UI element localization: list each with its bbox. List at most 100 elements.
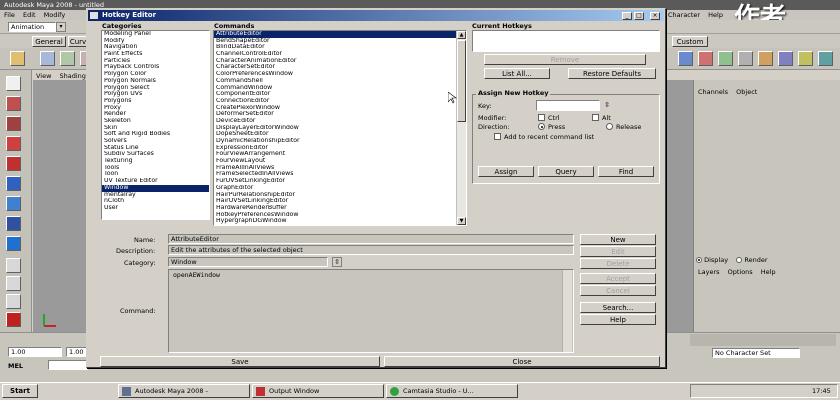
- assign-button[interactable]: Assign: [478, 166, 534, 177]
- category-item[interactable]: nCloth: [102, 198, 209, 205]
- command-item[interactable]: FurUVSetLinkingEditor: [214, 178, 466, 185]
- scale-icon[interactable]: [6, 176, 21, 191]
- category-item[interactable]: Modeling Panel: [102, 31, 209, 38]
- layers-menu-help[interactable]: Help: [761, 268, 776, 276]
- command-item[interactable]: FourViewArrangement: [214, 151, 466, 158]
- shelf-tab-general[interactable]: General: [32, 36, 66, 47]
- category-field[interactable]: Window: [168, 257, 328, 267]
- shelf-icon-11[interactable]: [818, 51, 833, 66]
- command-item[interactable]: CharacterAnimationEditor: [214, 58, 466, 65]
- edit-button[interactable]: Edit: [580, 246, 656, 257]
- command-item[interactable]: CreatePlexorWindow: [214, 105, 466, 112]
- command-item[interactable]: CommandWindow: [214, 85, 466, 92]
- taskbar-item-maya[interactable]: Autodesk Maya 2008 -: [118, 384, 250, 398]
- sphere-icon[interactable]: [6, 236, 21, 251]
- start-button[interactable]: Start: [2, 384, 38, 398]
- help-button[interactable]: Help: [580, 314, 656, 325]
- categories-list[interactable]: Modeling Panel Modify Navigation Paint Effe…: [101, 30, 210, 220]
- save-button[interactable]: Save: [100, 356, 380, 367]
- category-item[interactable]: Navigation: [102, 44, 209, 51]
- maximize-icon[interactable]: □: [634, 12, 644, 20]
- record-icon[interactable]: [6, 312, 21, 327]
- taskbar-item-camtasia[interactable]: Camtasia Studio - U...: [386, 384, 518, 398]
- category-item[interactable]: Skin: [102, 125, 209, 132]
- rotate-icon[interactable]: [6, 156, 21, 171]
- shelf-icon-7[interactable]: [738, 51, 753, 66]
- description-field[interactable]: Edit the attributes of the selected obje…: [168, 245, 574, 255]
- select-tool-icon[interactable]: [6, 76, 21, 91]
- channels-menu-object[interactable]: Object: [736, 88, 757, 96]
- command-item[interactable]: ComponentEditor: [214, 91, 466, 98]
- joint-icon[interactable]: [698, 51, 713, 66]
- shelf-icon-6[interactable]: [718, 51, 733, 66]
- layout-icon-2[interactable]: [6, 276, 21, 291]
- command-item[interactable]: HairUVSetLinkingEditor: [214, 198, 466, 205]
- scroll-up-icon[interactable]: ▲: [457, 31, 466, 39]
- command-item[interactable]: FrameSelectedInAllViews: [214, 171, 466, 178]
- chevron-down-icon[interactable]: ▾: [56, 22, 66, 32]
- command-item[interactable]: ChannelControlEditor: [214, 51, 466, 58]
- current-hotkeys-list[interactable]: [472, 30, 660, 52]
- list-all-button[interactable]: List All...: [484, 68, 550, 79]
- channels-menu-channels[interactable]: Channels: [698, 88, 728, 96]
- menu-edit[interactable]: Edit: [23, 11, 36, 19]
- character-set-field[interactable]: No Character Set: [712, 348, 800, 358]
- delete-button[interactable]: Delete: [580, 258, 656, 269]
- layout-single-icon[interactable]: [6, 216, 21, 231]
- press-radio[interactable]: [538, 123, 545, 130]
- category-item[interactable]: Subdiv Surfaces: [102, 151, 209, 158]
- ctrl-checkbox[interactable]: [538, 114, 545, 121]
- taskbar-item-output[interactable]: Output Window: [252, 384, 384, 398]
- command-item[interactable]: GraphEditor: [214, 185, 466, 192]
- category-item[interactable]: Paint Effects: [102, 51, 209, 58]
- category-item[interactable]: Texturing: [102, 158, 209, 165]
- search-button[interactable]: Search...: [580, 302, 656, 313]
- category-item[interactable]: UV Texture Editor: [102, 178, 209, 185]
- commands-list[interactable]: AttributeEditor BendShapeEditor BlindDataE…: [213, 30, 467, 226]
- move-icon[interactable]: [6, 136, 21, 151]
- cube-icon[interactable]: [678, 51, 693, 66]
- command-item[interactable]: HardwareRenderBuffer: [214, 205, 466, 212]
- category-item[interactable]: Polygon Color: [102, 71, 209, 78]
- command-item[interactable]: HairPurRelationshipEditor: [214, 192, 466, 199]
- category-item[interactable]: Status Line: [102, 145, 209, 152]
- command-item[interactable]: ColorPreferencesWindow: [214, 71, 466, 78]
- alt-checkbox[interactable]: [592, 114, 599, 121]
- panel-menu-shading[interactable]: Shading: [60, 72, 86, 80]
- category-item[interactable]: mentalray: [102, 192, 209, 199]
- shelf-icon-1[interactable]: [40, 51, 55, 66]
- command-item[interactable]: AttributeEditor: [214, 31, 466, 38]
- key-spinner-icon[interactable]: ⇳: [603, 101, 611, 110]
- add-recent-checkbox[interactable]: [494, 133, 501, 140]
- command-scrollbar[interactable]: [562, 270, 572, 352]
- command-textarea[interactable]: openAEWindow: [168, 269, 574, 353]
- command-item[interactable]: ExpressionEditor: [214, 145, 466, 152]
- render-radio[interactable]: [736, 257, 743, 263]
- display-radio[interactable]: [696, 257, 702, 263]
- range-start-field[interactable]: 1.00: [8, 347, 62, 357]
- manipulator-icon[interactable]: [6, 196, 21, 211]
- category-item[interactable]: User: [102, 205, 209, 212]
- command-item[interactable]: DeviceEditor: [214, 118, 466, 125]
- name-field[interactable]: AttributeEditor: [168, 234, 574, 244]
- layers-menu-layers[interactable]: Layers: [698, 268, 720, 276]
- layout-icon-1[interactable]: [6, 258, 21, 273]
- command-item[interactable]: CharacterSetEditor: [214, 64, 466, 71]
- shelf-icon-8[interactable]: [758, 51, 773, 66]
- shelf-icon-2[interactable]: [60, 51, 75, 66]
- category-item[interactable]: Modify: [102, 38, 209, 45]
- close-icon[interactable]: ×: [650, 12, 660, 20]
- mel-command-line[interactable]: [48, 360, 88, 370]
- command-item[interactable]: DopeSheetEditor: [214, 131, 466, 138]
- category-item[interactable]: Tools: [102, 165, 209, 172]
- shelf-icon-9[interactable]: [778, 51, 793, 66]
- category-item[interactable]: Polygon UVs: [102, 91, 209, 98]
- category-item[interactable]: Soft and Rigid Bodies: [102, 131, 209, 138]
- command-item[interactable]: DisplayLayerEditorWindow: [214, 125, 466, 132]
- command-item[interactable]: CommandShell: [214, 78, 466, 85]
- scroll-down-icon[interactable]: ▼: [457, 217, 466, 225]
- command-item[interactable]: HotkeyPreferencesWindow: [214, 212, 466, 219]
- menu-modify[interactable]: Modify: [44, 11, 66, 19]
- command-item[interactable]: BendShapeEditor: [214, 38, 466, 45]
- command-item[interactable]: FrameAllInAllViews: [214, 165, 466, 172]
